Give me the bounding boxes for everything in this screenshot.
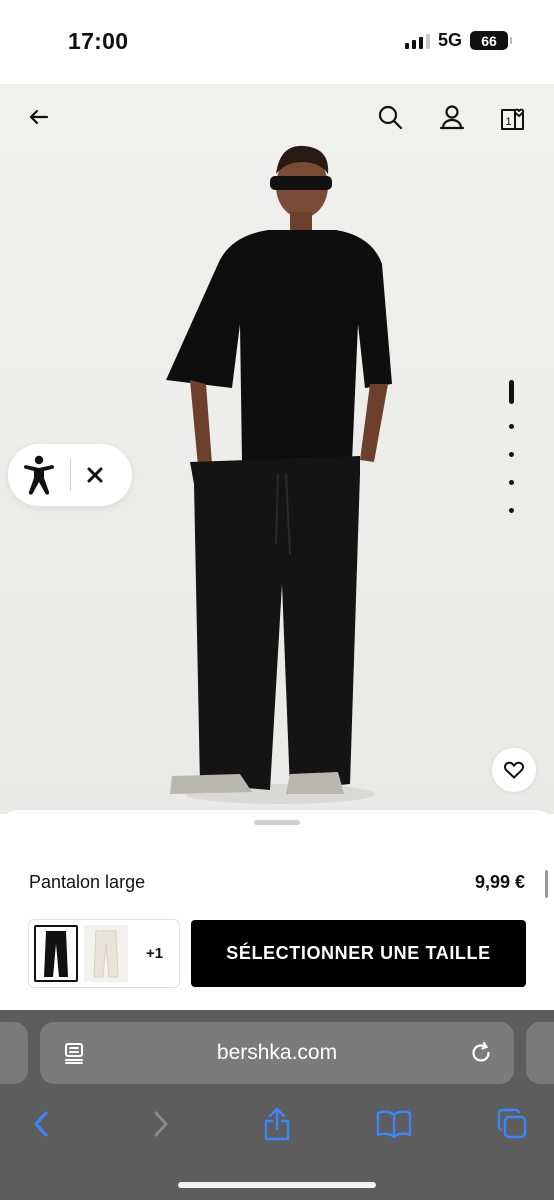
chevron-right-icon xyxy=(154,1111,168,1137)
tabs-button[interactable] xyxy=(492,1104,532,1144)
battery-icon: 66 xyxy=(470,31,512,50)
signal-icon xyxy=(404,33,430,49)
beige-pants-thumbnail xyxy=(93,930,119,977)
gallery-dot[interactable] xyxy=(508,508,514,513)
book-icon xyxy=(376,1110,412,1139)
address-bar[interactable]: bershka.com xyxy=(40,1022,514,1084)
browser-toolbar xyxy=(0,1094,554,1154)
bag-heart-icon: 1 xyxy=(501,108,525,130)
product-bottom-sheet: Pantalon large 9,99 € +1 SÉLECTIONNER UN… xyxy=(0,810,554,1010)
gallery-dot[interactable] xyxy=(508,452,514,457)
browser-chrome: bershka.com xyxy=(0,1010,554,1200)
cart-button[interactable]: 1 xyxy=(493,97,533,137)
previous-tab-edge[interactable] xyxy=(0,1022,28,1084)
black-pants-thumbnail xyxy=(44,930,68,977)
bookmarks-button[interactable] xyxy=(374,1104,414,1144)
accessibility-button[interactable] xyxy=(8,444,70,506)
user-icon xyxy=(439,105,465,130)
back-button[interactable] xyxy=(19,97,59,137)
more-colors-count[interactable]: +1 xyxy=(146,945,163,962)
color-swatch-beige[interactable] xyxy=(84,925,128,982)
status-bar: 17:00 5G 66 xyxy=(0,0,554,84)
search-button[interactable] xyxy=(370,97,410,137)
gallery-dot[interactable] xyxy=(508,424,514,429)
product-image-gallery[interactable]: 1 xyxy=(0,84,554,814)
accessibility-close-button[interactable] xyxy=(71,444,119,506)
scrollbar[interactable] xyxy=(545,870,548,898)
account-button[interactable] xyxy=(432,97,472,137)
url-text: bershka.com xyxy=(216,1041,338,1064)
color-selector: +1 xyxy=(28,919,180,988)
accessibility-person-icon xyxy=(24,455,54,495)
browser-back-button[interactable] xyxy=(22,1104,62,1144)
chevron-left-icon xyxy=(34,1111,48,1137)
share-icon xyxy=(264,1107,290,1141)
accessibility-widget xyxy=(8,444,132,506)
select-size-button[interactable]: SÉLECTIONNER UNE TAILLE xyxy=(191,920,526,987)
gallery-dot[interactable] xyxy=(508,480,514,485)
color-swatch-black[interactable] xyxy=(34,925,78,982)
product-name: Pantalon large xyxy=(29,872,146,892)
home-indicator[interactable] xyxy=(178,1182,376,1188)
favorite-button[interactable] xyxy=(492,748,536,792)
close-icon xyxy=(87,467,103,483)
share-button[interactable] xyxy=(257,1104,297,1144)
status-time: 17:00 xyxy=(68,28,129,54)
browser-forward-button[interactable] xyxy=(140,1104,180,1144)
network-type: 5G xyxy=(437,30,462,50)
search-icon xyxy=(378,105,403,130)
reload-icon[interactable] xyxy=(468,1040,494,1066)
gallery-dot-active[interactable] xyxy=(508,380,514,404)
product-price: 9,99 € xyxy=(474,872,525,892)
sheet-grabber[interactable] xyxy=(254,820,300,825)
cart-count: 1 xyxy=(506,116,512,128)
next-tab-edge[interactable] xyxy=(526,1022,554,1084)
status-indicators: 5G 66 xyxy=(404,30,512,51)
arrow-left-icon xyxy=(29,109,49,125)
product-photo xyxy=(166,145,392,804)
tabs-icon xyxy=(497,1108,527,1139)
gallery-pagination[interactable] xyxy=(506,380,516,536)
heart-icon xyxy=(504,761,524,779)
